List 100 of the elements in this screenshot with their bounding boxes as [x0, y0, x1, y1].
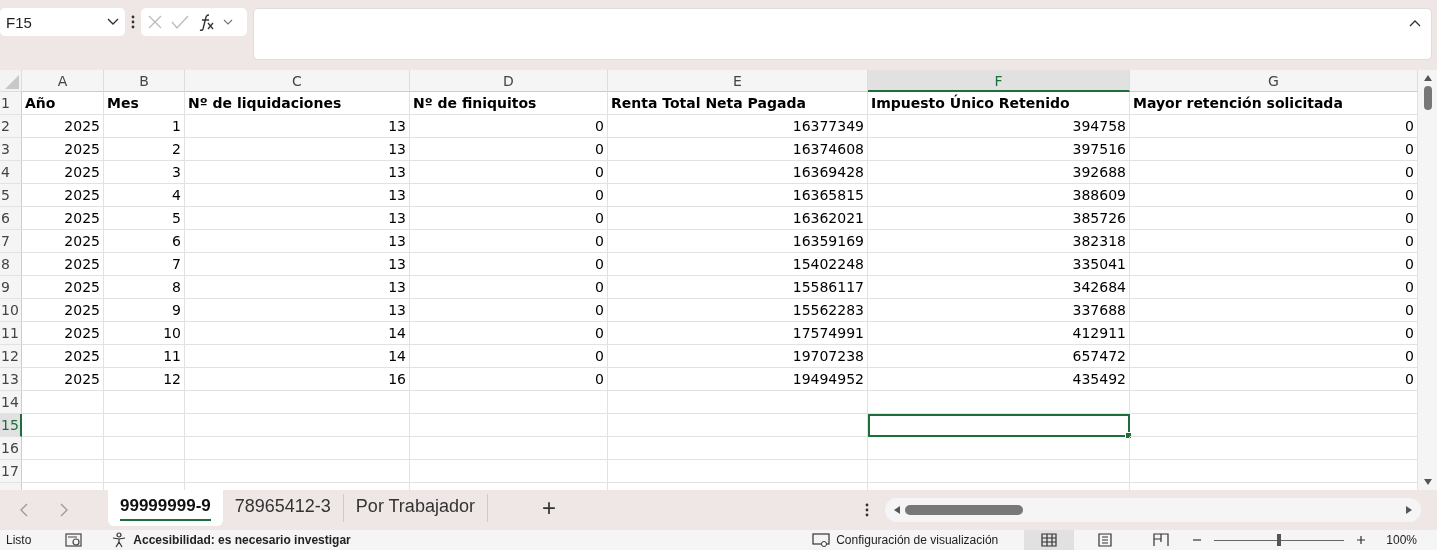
column-header[interactable]: E [608, 70, 868, 92]
table-cell[interactable] [185, 460, 410, 483]
table-cell[interactable] [410, 460, 608, 483]
column-header[interactable]: G [1130, 70, 1418, 92]
zoom-slider[interactable] [1214, 534, 1345, 546]
table-cell[interactable]: 0 [1130, 138, 1418, 161]
selected-cell[interactable] [868, 414, 1130, 437]
row-header[interactable]: 13 [0, 368, 22, 391]
table-cell[interactable] [608, 437, 868, 460]
zoom-in-icon[interactable] [1356, 535, 1367, 545]
table-cell[interactable] [1130, 437, 1418, 460]
table-cell[interactable] [22, 437, 104, 460]
sheet-tab[interactable]: 78965412-3 [222, 494, 344, 522]
table-cell[interactable] [22, 414, 104, 437]
more-icon[interactable] [131, 15, 135, 29]
horizontal-scrollbar[interactable] [885, 498, 1421, 522]
table-cell[interactable] [104, 437, 185, 460]
table-cell[interactable]: 0 [1130, 253, 1418, 276]
table-cell[interactable]: 14 [185, 345, 410, 368]
table-cell[interactable]: 13 [185, 138, 410, 161]
table-cell[interactable]: 4 [104, 184, 185, 207]
scroll-down-icon[interactable] [1422, 478, 1433, 486]
table-cell[interactable]: 0 [410, 253, 608, 276]
table-cell[interactable]: 5 [104, 207, 185, 230]
table-cell[interactable]: 2025 [22, 207, 104, 230]
table-cell[interactable] [104, 391, 185, 414]
row-header[interactable]: 2 [0, 115, 22, 138]
table-cell[interactable]: 2025 [22, 253, 104, 276]
next-sheet-icon[interactable] [60, 503, 68, 517]
table-cell[interactable]: 16377349 [608, 115, 868, 138]
table-cell[interactable] [104, 460, 185, 483]
table-cell[interactable]: 16362021 [608, 207, 868, 230]
table-cell[interactable]: 13 [185, 161, 410, 184]
row-header[interactable]: 14 [0, 391, 22, 414]
table-cell[interactable] [185, 437, 410, 460]
table-cell[interactable]: 435492 [868, 368, 1130, 391]
row-header[interactable]: 5 [0, 184, 22, 207]
table-cell[interactable]: 388609 [868, 184, 1130, 207]
table-cell[interactable]: 2025 [22, 115, 104, 138]
table-cell[interactable]: 2025 [22, 368, 104, 391]
accessibility-status[interactable]: Accesibilidad: es necesario investigar [133, 533, 351, 547]
row-header[interactable]: 11 [0, 322, 22, 345]
table-cell[interactable]: 13 [185, 253, 410, 276]
column-header[interactable]: D [410, 70, 608, 92]
table-cell[interactable]: 0 [410, 184, 608, 207]
chevron-up-icon[interactable] [1409, 19, 1421, 27]
row-header[interactable]: 1 [0, 92, 22, 115]
table-cell[interactable]: Mayor retención solicitada [1130, 92, 1418, 115]
table-cell[interactable]: 15562283 [608, 299, 868, 322]
table-cell[interactable]: 3 [104, 161, 185, 184]
table-cell[interactable]: 11 [104, 345, 185, 368]
table-cell[interactable] [185, 414, 410, 437]
table-cell[interactable]: 10 [104, 322, 185, 345]
table-cell[interactable]: 13 [185, 115, 410, 138]
table-cell[interactable]: 0 [1130, 184, 1418, 207]
row-header[interactable]: 6 [0, 207, 22, 230]
table-cell[interactable] [410, 437, 608, 460]
table-cell[interactable]: 382318 [868, 230, 1130, 253]
table-cell[interactable]: 0 [410, 207, 608, 230]
table-cell[interactable]: 12 [104, 368, 185, 391]
table-cell[interactable] [410, 391, 608, 414]
table-cell[interactable]: 0 [1130, 230, 1418, 253]
display-settings-label[interactable]: Configuración de visualización [836, 533, 999, 547]
table-cell[interactable]: 15586117 [608, 276, 868, 299]
table-cell[interactable]: Nº de finiquitos [410, 92, 608, 115]
table-cell[interactable]: 2025 [22, 184, 104, 207]
macro-recorder-icon[interactable] [65, 533, 84, 547]
vertical-scrollbar[interactable] [1418, 70, 1437, 490]
table-cell[interactable]: 19707238 [608, 345, 868, 368]
table-cell[interactable] [22, 391, 104, 414]
table-cell[interactable]: 0 [1130, 207, 1418, 230]
table-cell[interactable]: 17574991 [608, 322, 868, 345]
table-cell[interactable] [22, 460, 104, 483]
table-cell[interactable] [185, 391, 410, 414]
table-cell[interactable]: 19494952 [608, 368, 868, 391]
table-cell[interactable]: 337688 [868, 299, 1130, 322]
chevron-down-icon[interactable] [223, 18, 233, 26]
column-header[interactable]: F [868, 70, 1130, 92]
table-cell[interactable]: 0 [410, 161, 608, 184]
table-cell[interactable]: 392688 [868, 161, 1130, 184]
column-header[interactable]: C [185, 70, 410, 92]
table-cell[interactable]: Impuesto Único Retenido [868, 92, 1130, 115]
table-cell[interactable]: 0 [410, 368, 608, 391]
table-cell[interactable]: 397516 [868, 138, 1130, 161]
table-cell[interactable]: 0 [410, 345, 608, 368]
scroll-right-icon[interactable] [1405, 505, 1413, 515]
table-cell[interactable]: 16 [185, 368, 410, 391]
more-icon[interactable] [865, 503, 869, 517]
table-cell[interactable]: 0 [1130, 322, 1418, 345]
table-cell[interactable]: Nº de liquidaciones [185, 92, 410, 115]
table-cell[interactable]: 2025 [22, 345, 104, 368]
table-cell[interactable] [868, 391, 1130, 414]
table-cell[interactable]: 2 [104, 138, 185, 161]
table-cell[interactable]: 13 [185, 184, 410, 207]
row-header[interactable]: 15 [0, 414, 22, 437]
table-cell[interactable] [1130, 460, 1418, 483]
table-cell[interactable] [608, 391, 868, 414]
table-cell[interactable]: 412911 [868, 322, 1130, 345]
table-cell[interactable]: Año [22, 92, 104, 115]
row-header[interactable]: 12 [0, 345, 22, 368]
